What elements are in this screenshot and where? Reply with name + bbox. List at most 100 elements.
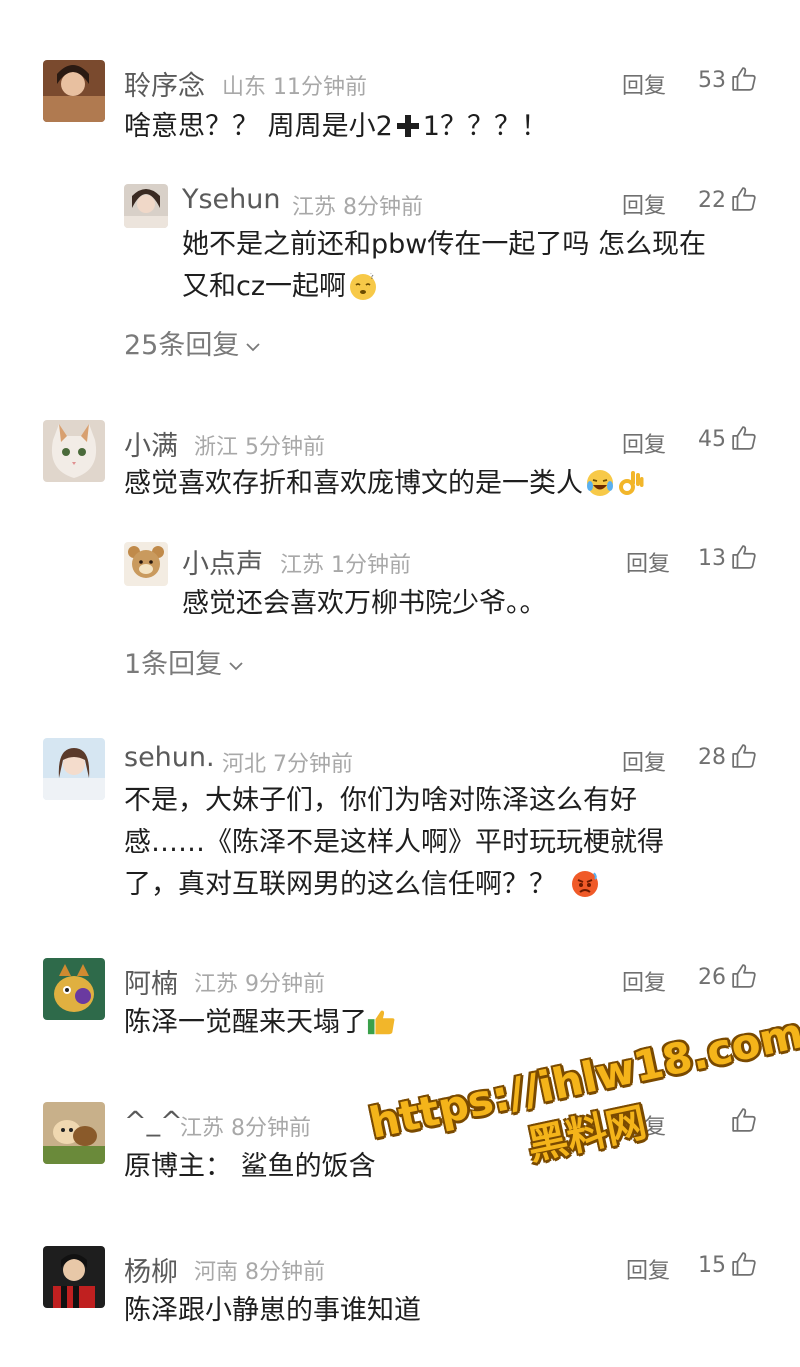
avatar[interactable] xyxy=(43,1102,105,1164)
view-replies-link[interactable]: 1条回复 xyxy=(124,642,244,681)
comment-meta: 江苏 9分钟前 xyxy=(194,966,325,998)
username[interactable]: 杨柳 xyxy=(124,1250,178,1289)
avatar[interactable] xyxy=(43,60,105,122)
username[interactable]: sehun. xyxy=(124,742,215,773)
thumbs-up-icon[interactable] xyxy=(731,743,757,769)
comment-meta: 浙江 5分钟前 xyxy=(194,429,325,461)
comment-line: 不是，大妹子们，你们为啥对陈泽这么有好 xyxy=(124,785,637,816)
thumbs-up-icon[interactable] xyxy=(731,425,757,451)
ok-hand-emoji-icon xyxy=(619,471,644,495)
comment-line: 她不是之前还和pbw传在一起了吗 怎么现在 xyxy=(182,229,706,260)
view-replies-link[interactable]: 25条回复 xyxy=(124,323,261,362)
comment-text-part: 啥意思？？ 周周是小2 xyxy=(124,111,393,142)
comment-text-part: 又和cz一起啊 xyxy=(182,271,347,302)
location: 江苏 xyxy=(194,972,239,997)
reply-button[interactable]: 回复 xyxy=(622,745,666,777)
comment-text: 陈泽跟小静崽的事谁知道 xyxy=(124,1295,421,1326)
location: 山东 xyxy=(222,75,267,100)
like-count: 26 xyxy=(698,965,726,990)
reply-button[interactable]: 回复 xyxy=(622,427,666,459)
comment-text-part: 感觉喜欢存折和喜欢庞博文的是一类人 xyxy=(124,468,583,499)
comment-text: 不是，大妹子们，你们为啥对陈泽这么有好 感……《陈泽不是这样人啊》平时玩玩梗就得… xyxy=(124,780,664,906)
comment-text: 她不是之前还和pbw传在一起了吗 怎么现在 又和cz一起啊? xyxy=(182,224,706,308)
comment-feed: 聆序念 山东 11分钟前 回复 53 啥意思？？ 周周是小2 1？？？！ Yseh… xyxy=(0,0,800,1367)
avatar-image xyxy=(43,1246,105,1308)
avatar-image xyxy=(43,1102,105,1164)
comment-meta: 江苏 8分钟前 xyxy=(292,189,423,221)
plus-emoji-icon xyxy=(396,115,419,137)
timestamp: 7分钟前 xyxy=(273,752,354,777)
reply-button[interactable]: 回复 xyxy=(622,68,666,100)
comment-line: 了，真对互联网男的这么信任啊？？ xyxy=(124,864,664,906)
avatar-image xyxy=(43,958,105,1020)
comment-text: 啥意思？？ 周周是小2 1？？？！ xyxy=(124,106,548,148)
comment-meta: 江苏 1分钟前 xyxy=(280,547,411,579)
username[interactable]: 聆序念 xyxy=(124,64,205,103)
more-replies-label: 25条回复 xyxy=(124,330,240,361)
avatar[interactable] xyxy=(43,1246,105,1308)
thumbs-up-icon[interactable] xyxy=(731,544,757,570)
username[interactable]: 阿楠 xyxy=(124,962,178,1001)
like-count: 28 xyxy=(698,745,726,770)
avatar[interactable] xyxy=(43,958,105,1020)
chevron-down-icon xyxy=(246,342,260,351)
comment-text: 原博主： 鲨鱼的饭含 xyxy=(124,1151,376,1182)
location: 河南 xyxy=(194,1260,239,1285)
avatar[interactable] xyxy=(43,738,105,800)
timestamp: 8分钟前 xyxy=(231,1116,312,1141)
timestamp: 1分钟前 xyxy=(331,553,412,578)
timestamp: 11分钟前 xyxy=(273,75,368,100)
thumbs-up-icon[interactable] xyxy=(731,1251,757,1277)
comment-line: 又和cz一起啊? xyxy=(182,266,706,308)
comment-meta: 河南 8分钟前 xyxy=(194,1254,325,1286)
timestamp: 5分钟前 xyxy=(245,435,326,460)
reply-button[interactable]: 回复 xyxy=(626,546,670,578)
reply-button[interactable]: 回复 xyxy=(622,188,666,220)
like-count: 15 xyxy=(698,1253,726,1278)
avatar-image xyxy=(124,184,168,228)
thumbs-up-icon[interactable] xyxy=(731,186,757,212)
comment-text: 感觉还会喜欢万柳书院少爷。。 xyxy=(182,588,547,619)
avatar[interactable] xyxy=(124,542,168,586)
watermark: https://ihlw18.com 黑料网 xyxy=(365,1008,800,1203)
location: 浙江 xyxy=(194,435,239,460)
timestamp: 8分钟前 xyxy=(343,195,424,220)
avatar[interactable] xyxy=(124,184,168,228)
reply-button[interactable]: 回复 xyxy=(622,965,666,997)
comment-meta: 江苏 8分钟前 xyxy=(180,1110,311,1142)
username[interactable]: 小满 xyxy=(124,424,178,463)
angry-face-emoji-icon xyxy=(572,871,598,897)
timestamp: 8分钟前 xyxy=(245,1260,326,1285)
location: 河北 xyxy=(222,752,267,777)
like-count: 53 xyxy=(698,68,726,93)
location: 江苏 xyxy=(280,553,325,578)
like-count: 45 xyxy=(698,427,726,452)
avatar[interactable] xyxy=(43,420,105,482)
thumbs-up-icon[interactable] xyxy=(731,66,757,92)
comment-text: 感觉喜欢存折和喜欢庞博文的是一类人 xyxy=(124,463,645,505)
comment-text-part: 陈泽一觉醒来天塌了 xyxy=(124,1007,367,1038)
thumbs-up-icon[interactable] xyxy=(731,963,757,989)
chevron-down-icon xyxy=(229,661,243,670)
comment-text: 陈泽一觉醒来天塌了 xyxy=(124,1002,397,1044)
svg-text:?: ? xyxy=(370,272,374,281)
avatar-image xyxy=(43,738,105,800)
location: 江苏 xyxy=(292,195,337,220)
more-replies-label: 1条回复 xyxy=(124,649,223,680)
avatar-image xyxy=(43,420,105,482)
username[interactable]: 小点声 xyxy=(182,542,263,581)
username[interactable]: Ysehun xyxy=(182,184,281,215)
avatar-image xyxy=(124,542,168,586)
laughing-tears-emoji-icon xyxy=(587,470,613,496)
avatar-image xyxy=(43,60,105,122)
comment-text-part: 1？？？！ xyxy=(422,111,548,142)
username[interactable]: ^_^ xyxy=(124,1106,183,1137)
thumbs-up-emoji-icon xyxy=(367,1010,395,1035)
comment-meta: 河北 7分钟前 xyxy=(222,746,353,778)
comment-meta: 山东 11分钟前 xyxy=(222,69,367,101)
location: 江苏 xyxy=(180,1116,225,1141)
timestamp: 9分钟前 xyxy=(245,972,326,997)
comment-line: 感……《陈泽不是这样人啊》平时玩玩梗就得 xyxy=(124,827,664,858)
comment-text-part: 了，真对互联网男的这么信任啊？？ xyxy=(124,869,556,900)
reply-button[interactable]: 回复 xyxy=(626,1253,670,1285)
